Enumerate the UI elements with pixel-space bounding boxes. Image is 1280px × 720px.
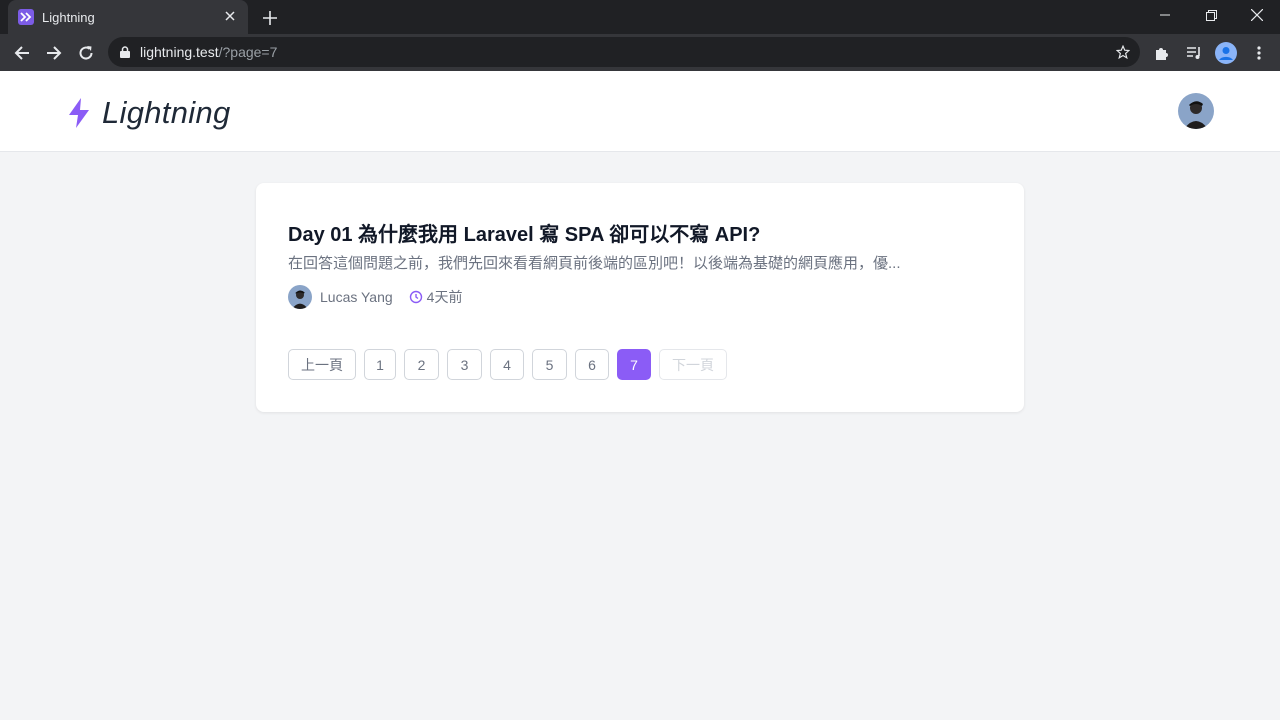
url-path: /?page=7 — [218, 44, 278, 60]
browser-tab[interactable]: Lightning — [8, 0, 248, 34]
restore-window-icon[interactable] — [1188, 0, 1234, 30]
site-favicon-icon — [18, 9, 34, 25]
profile-avatar-icon[interactable] — [1212, 39, 1240, 67]
author-avatar — [288, 285, 312, 309]
tab-title: Lightning — [42, 9, 95, 25]
browser-toolbar: lightning.test/?page=7 — [0, 34, 1280, 71]
url-host: lightning.test — [140, 44, 219, 60]
author-name: Lucas Yang — [320, 289, 393, 305]
next-page-button: 下一頁 — [659, 349, 727, 380]
logo-text: Lightning — [102, 95, 231, 130]
media-control-icon[interactable] — [1180, 39, 1208, 67]
user-avatar[interactable] — [1178, 93, 1214, 129]
forward-arrow-icon[interactable] — [40, 39, 68, 67]
clock-icon — [409, 290, 422, 304]
new-tab-button[interactable] — [258, 6, 282, 30]
extensions-puzzle-icon[interactable] — [1148, 39, 1176, 67]
page-button-7-current[interactable]: 7 — [617, 349, 651, 380]
back-arrow-icon[interactable] — [8, 39, 36, 67]
lightning-bolt-icon — [66, 97, 92, 129]
page-button-1[interactable]: 1 — [364, 349, 396, 380]
post-time-text: 4天前 — [426, 289, 463, 305]
tab-close-icon[interactable] — [222, 9, 238, 25]
post-title[interactable]: Day 01 為什麼我用 Laravel 寫 SPA 卻可以不寫 API? — [288, 218, 760, 247]
page-button-4[interactable]: 4 — [490, 349, 524, 380]
post-excerpt: 在回答這個問題之前，我們先回來看看網頁前後端的區別吧！以後端為基礎的網頁應用，優… — [288, 255, 901, 272]
close-window-icon[interactable] — [1234, 0, 1280, 30]
page-button-2[interactable]: 2 — [404, 349, 439, 380]
prev-page-button[interactable]: 上一頁 — [288, 349, 356, 380]
site-header: Lightning — [0, 71, 1280, 152]
page-button-6[interactable]: 6 — [575, 349, 609, 380]
reload-icon[interactable] — [72, 39, 100, 67]
browser-tab-strip: Lightning — [0, 0, 1280, 34]
address-bar[interactable]: lightning.test/?page=7 — [108, 37, 1140, 67]
post-time: 4天前 — [409, 287, 463, 307]
minimize-window-icon[interactable] — [1142, 0, 1188, 30]
post-meta: Lucas Yang 4天前 — [288, 285, 462, 309]
bookmark-star-icon[interactable] — [1116, 45, 1130, 59]
page-button-5[interactable]: 5 — [532, 349, 567, 380]
page-button-3[interactable]: 3 — [447, 349, 482, 380]
lock-icon — [120, 46, 130, 58]
post-list-card: Day 01 為什麼我用 Laravel 寫 SPA 卻可以不寫 API? 在回… — [256, 183, 1024, 412]
site-logo[interactable]: Lightning — [66, 95, 231, 131]
browser-menu-icon[interactable] — [1245, 39, 1273, 67]
